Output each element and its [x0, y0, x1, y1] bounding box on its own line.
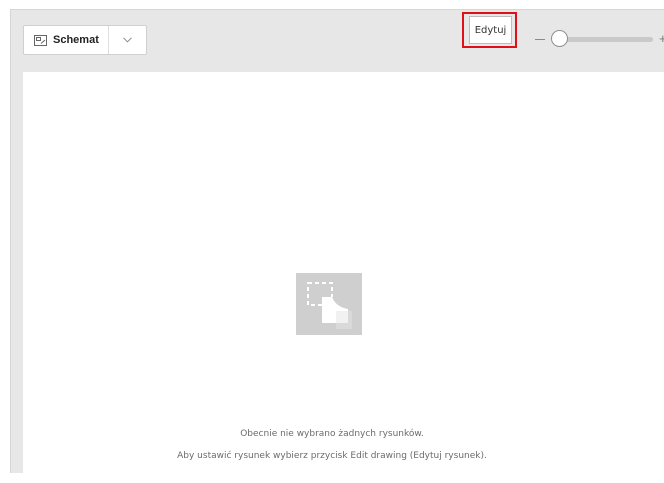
zoom-slider-thumb[interactable]: [551, 30, 568, 47]
drawing-placeholder-icon: [296, 273, 362, 335]
edit-button[interactable]: Edytuj: [469, 16, 512, 44]
zoom-control: +: [533, 25, 664, 55]
empty-message-line1: Obecnie nie wybrano żadnych rysunków.: [240, 429, 424, 439]
zoom-in-icon[interactable]: +: [659, 32, 664, 46]
toolbar: Schemat +: [11, 10, 664, 66]
diagram-icon: [34, 34, 47, 46]
drawing-panel: Schemat +: [10, 9, 664, 483]
empty-message-line2: Aby ustawić rysunek wybierz przycisk Edi…: [177, 451, 487, 461]
view-selector-label: Schemat: [53, 34, 99, 46]
view-selector-dropdown[interactable]: [109, 26, 146, 54]
zoom-out-icon[interactable]: [535, 39, 545, 40]
view-selector-main[interactable]: Schemat: [24, 26, 109, 54]
view-selector[interactable]: Schemat: [23, 25, 147, 55]
chevron-down-icon: [123, 37, 132, 43]
